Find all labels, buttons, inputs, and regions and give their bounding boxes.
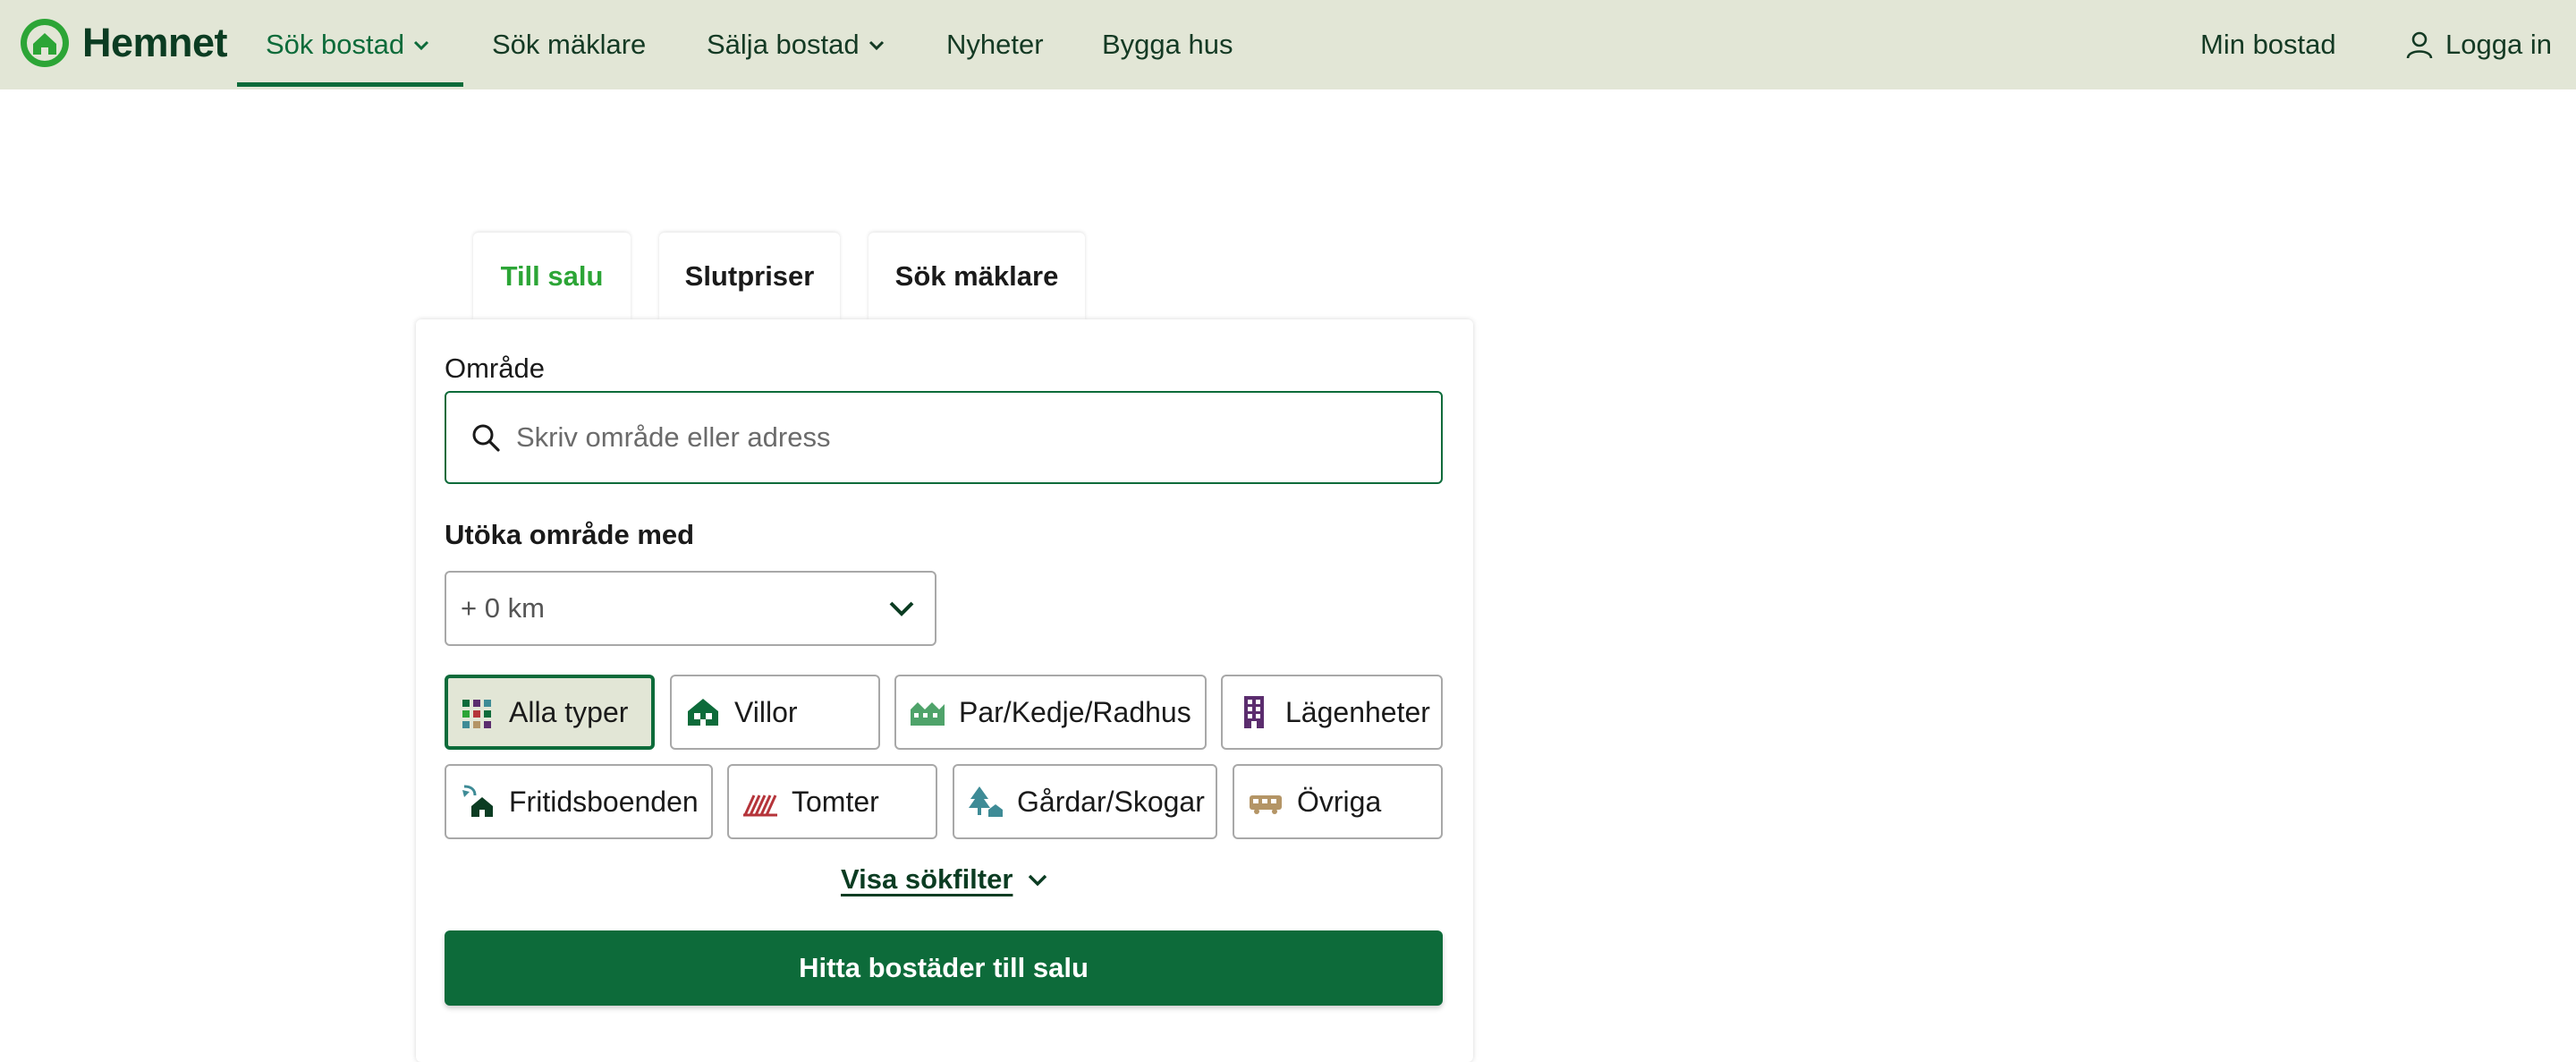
find-homes-label: Hitta bostäder till salu: [799, 952, 1089, 983]
nav-sok-bostad[interactable]: Sök bostad: [266, 0, 431, 89]
active-nav-indicator: [237, 82, 463, 87]
my-home-label: Min bostad: [2200, 29, 2336, 60]
type-chip-gardar-skogar[interactable]: Gårdar/Skogar: [953, 764, 1217, 839]
grid-icon: [462, 700, 491, 728]
nav-sok-maklare-label: Sök mäklare: [492, 29, 647, 60]
type-chip-alla-typer[interactable]: Alla typer: [445, 675, 655, 750]
find-homes-for-sale-button[interactable]: Hitta bostäder till salu: [445, 930, 1443, 1006]
nav-salja-bostad-label: Sälja bostad: [707, 29, 860, 60]
area-search-field[interactable]: [445, 391, 1443, 484]
type-chip-lagenheter[interactable]: Lägenheter: [1221, 675, 1443, 750]
villa-icon: [688, 699, 718, 726]
tab-sok-maklare-label: Sök mäklare: [894, 259, 1059, 292]
area-label: Område: [445, 353, 545, 384]
type-label: Lägenheter: [1285, 695, 1430, 728]
user-icon: [2406, 31, 2433, 59]
farm-forest-icon: [969, 786, 1003, 817]
type-label: Fritidsboenden: [509, 785, 699, 818]
expand-area-label: Utöka område med: [445, 519, 695, 550]
hemnet-logo[interactable]: Hemnet: [18, 11, 228, 75]
other-icon: [1250, 795, 1282, 814]
nav-nyheter[interactable]: Nyheter: [946, 0, 1044, 89]
chevron-down-icon: [1029, 874, 1047, 887]
nav-bygga-hus-label: Bygga hus: [1102, 29, 1233, 60]
chevron-down-icon: [889, 601, 914, 616]
tab-slutpriser-label: Slutpriser: [684, 259, 815, 292]
nav-salja-bostad[interactable]: Sälja bostad: [707, 0, 886, 89]
nav-sok-maklare[interactable]: Sök mäklare: [492, 0, 646, 89]
area-search-input[interactable]: [516, 421, 1441, 454]
chevron-down-icon: [414, 40, 429, 51]
type-chip-ovriga[interactable]: Övriga: [1233, 764, 1443, 839]
townhouse-icon: [911, 702, 945, 726]
expand-area-select[interactable]: + 0 km: [445, 571, 936, 646]
type-label: Tomter: [792, 785, 879, 818]
my-home-link[interactable]: Min bostad: [2200, 0, 2336, 89]
type-chip-fritidsboenden[interactable]: Fritidsboenden: [445, 764, 713, 839]
search-icon: [472, 424, 500, 452]
nav-nyheter-label: Nyheter: [946, 29, 1044, 60]
chevron-down-icon: [869, 40, 884, 51]
top-navigation-bar: Hemnet Sök bostad Sök mäklare Sälja bost…: [0, 0, 2576, 89]
hemnet-logo-icon: [21, 19, 69, 67]
type-label: Övriga: [1297, 785, 1382, 818]
tab-sok-maklare[interactable]: Sök mäklare: [869, 233, 1085, 319]
show-search-filters-label: Visa sökfilter: [841, 863, 1013, 895]
tab-slutpriser[interactable]: Slutpriser: [659, 233, 840, 319]
logo-text: Hemnet: [82, 20, 228, 65]
type-label: Gårdar/Skogar: [1017, 785, 1205, 818]
tab-till-salu-label: Till salu: [500, 259, 604, 292]
nav-bygga-hus[interactable]: Bygga hus: [1102, 0, 1233, 89]
login-label: Logga in: [2445, 29, 2552, 60]
type-chip-tomter[interactable]: Tomter: [727, 764, 937, 839]
plot-icon: [743, 794, 777, 817]
type-label: Villor: [734, 695, 798, 728]
type-chip-villor[interactable]: Villor: [670, 675, 880, 750]
type-label: Alla typer: [509, 695, 629, 728]
login-button[interactable]: Logga in: [2404, 0, 2552, 89]
apartment-icon: [1244, 696, 1264, 728]
type-chip-par-kedje-radhus[interactable]: Par/Kedje/Radhus: [894, 675, 1207, 750]
tab-till-salu[interactable]: Till salu: [473, 233, 631, 319]
holiday-home-icon: [462, 785, 493, 817]
type-label: Par/Kedje/Radhus: [959, 695, 1191, 728]
expand-area-value: + 0 km: [461, 592, 545, 624]
nav-sok-bostad-label: Sök bostad: [266, 29, 405, 60]
show-search-filters-link[interactable]: Visa sökfilter: [841, 863, 1050, 896]
